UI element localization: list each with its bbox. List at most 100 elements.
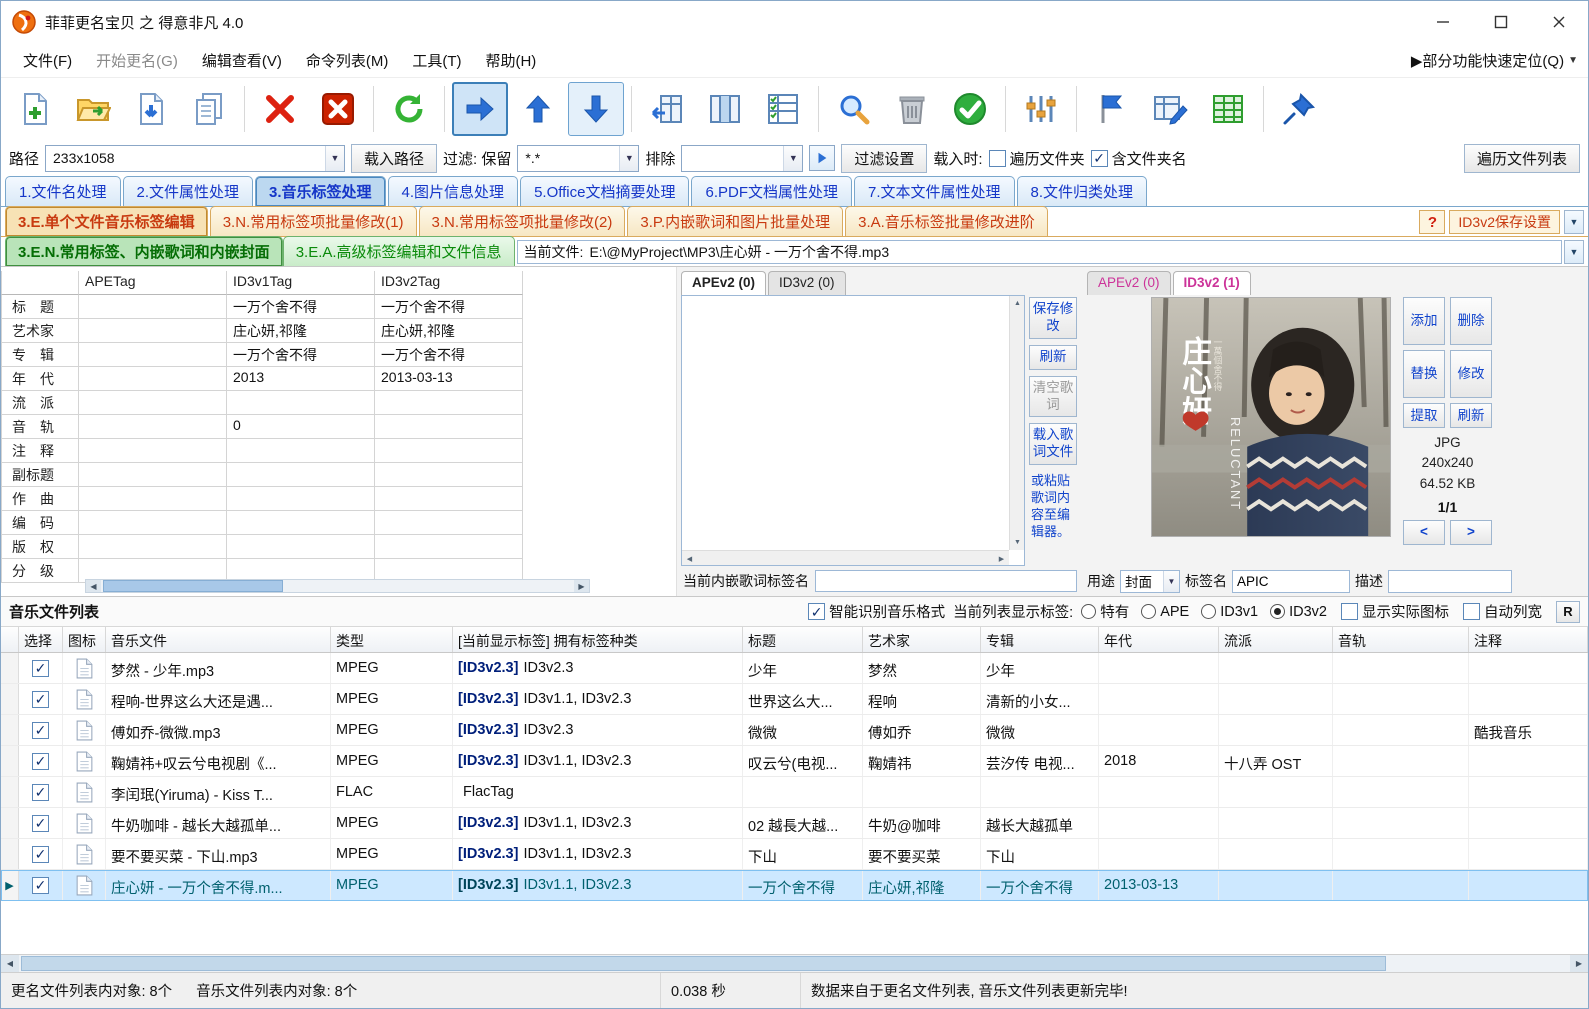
send-up-button[interactable] [510,82,566,136]
layout-columns-button[interactable] [697,82,753,136]
prev-cover-button[interactable]: < [1403,520,1445,545]
main-tab[interactable]: 2.文件属性处理 [123,176,254,206]
filter-combo[interactable]: *.*▼ [517,145,639,172]
table-row[interactable]: ▶ ✓ 牛奶咖啡 - 越长大越孤单... MPEG [ID3v2.3]ID3v1… [1,808,1588,839]
save-lyrics-button[interactable]: 保存修改 [1029,297,1077,339]
column-header[interactable]: 注释 [1469,627,1588,652]
tag-cell-id3v2[interactable] [375,391,523,415]
tab-overflow-button[interactable]: ▼ [1564,210,1584,234]
r-button[interactable]: R [1556,601,1580,623]
column-header[interactable]: 类型 [331,627,453,652]
tag-cell-id3v1[interactable] [227,511,375,535]
music-tab[interactable]: 3.N.常用标签项批量修改(2) [419,206,626,236]
row-checkbox[interactable]: ✓ [32,660,49,677]
apply-filter-button[interactable] [809,145,835,171]
cover-tab[interactable]: ID3v2 (1) [1173,271,1251,295]
tag-row[interactable]: 版 权 [1,535,676,559]
tag-row[interactable]: 注 释 [1,439,676,463]
menu-item[interactable]: 文件(F) [11,48,84,75]
modify-cover-button[interactable]: 修改 [1450,350,1492,398]
row-checkbox[interactable]: ✓ [32,877,49,894]
filter-settings-button[interactable]: 过滤设置 [841,144,927,173]
cover-tagname-input[interactable] [1232,570,1350,593]
row-checkbox[interactable]: ✓ [32,753,49,770]
column-header[interactable]: [当前显示标签] 拥有标签种类 [453,627,743,652]
tag-row[interactable]: 艺术家 庄心妍,祁隆 庄心妍,祁隆 [1,319,676,343]
music-tab[interactable]: 3.E.单个文件音乐标签编辑 [5,206,208,236]
open-folder-button[interactable] [65,82,121,136]
tag-cell-id3v1[interactable]: 0 [227,415,375,439]
tag-cell-id3v2[interactable] [375,487,523,511]
tag-cell-id3v1[interactable] [227,391,375,415]
id3v2-save-settings-button[interactable]: ID3v2保存设置 [1449,210,1560,234]
new-file-button[interactable] [7,82,63,136]
tag-cell-id3v1[interactable] [227,463,375,487]
lyrics-vscrollbar[interactable]: ▲▼ [1009,296,1024,550]
tag-cell-id3v2[interactable] [375,439,523,463]
tag-cell-id3v1[interactable]: 庄心妍,祁隆 [227,319,375,343]
extract-cover-button[interactable]: 提取 [1403,403,1445,428]
main-tab[interactable]: 8.文件归类处理 [1017,176,1148,206]
tag-row[interactable]: 专 辑 一万个舍不得 一万个舍不得 [1,343,676,367]
adjust-settings-button[interactable] [1013,82,1069,136]
scrollbar-thumb[interactable] [103,580,283,592]
usage-select[interactable]: 封面▼ [1120,570,1180,593]
list-option-checkbox[interactable]: 自动列宽 [1463,601,1542,622]
maximize-button[interactable] [1472,1,1530,43]
import-list-button[interactable] [123,82,179,136]
tag-cell-ape[interactable] [79,535,227,559]
flag-button[interactable] [1084,82,1140,136]
scroll-right-icon[interactable]: ▶ [574,580,589,592]
column-header[interactable]: 标题 [743,627,863,652]
tag-cell-id3v2[interactable]: 庄心妍,祁隆 [375,319,523,343]
send-right-button[interactable] [452,82,508,136]
delete-button[interactable] [252,82,308,136]
tag-cell-id3v1[interactable]: 一万个舍不得 [227,295,375,319]
tag-cell-ape[interactable] [79,439,227,463]
table-row[interactable]: ▶ ✓ 要不要买菜 - 下山.mp3 MPEG [ID3v2.3]ID3v1.1… [1,839,1588,870]
tag-cell-ape[interactable] [79,415,227,439]
tag-cell-id3v1[interactable]: 2013 [227,367,375,391]
tag-row[interactable]: 流 派 [1,391,676,415]
search-button[interactable] [826,82,882,136]
tag-cell-id3v2[interactable] [375,463,523,487]
tag-cell-id3v2[interactable] [375,415,523,439]
main-tab[interactable]: 6.PDF文档属性处理 [691,176,852,206]
scroll-right-icon[interactable]: ▶ [1570,955,1588,972]
tag-cell-ape[interactable] [79,511,227,535]
main-tab[interactable]: 3.音乐标签处理 [255,176,386,206]
row-checkbox[interactable]: ✓ [32,722,49,739]
remove-cover-button[interactable]: 删除 [1450,297,1492,345]
music-tab[interactable]: 3.N.常用标签项批量修改(1) [210,206,417,236]
display-tag-radio[interactable]: APE [1141,601,1189,622]
menu-item[interactable]: 开始更名(G) [84,48,190,75]
table-row[interactable]: ▶ ✓ 傅如乔-微微.mp3 MPEG [ID3v2.3]ID3v2.3 微微 … [1,715,1588,746]
menu-item[interactable]: 命令列表(M) [294,48,401,75]
lyrics-tagname-input[interactable] [815,570,1077,592]
row-checkbox[interactable]: ✓ [32,691,49,708]
refresh-button[interactable] [381,82,437,136]
replace-cover-button[interactable]: 替换 [1403,350,1445,398]
tag-cell-ape[interactable] [79,463,227,487]
column-header[interactable]: 年代 [1099,627,1219,652]
menu-item[interactable]: 工具(T) [400,48,473,75]
add-cover-button[interactable]: 添加 [1403,297,1445,345]
main-tab[interactable]: 5.Office文档摘要处理 [520,176,689,206]
tag-cell-ape[interactable] [79,367,227,391]
column-header[interactable]: APETag [79,271,227,295]
music-tab[interactable]: 3.P.内嵌歌词和图片批量处理 [627,206,843,236]
tag-cell-ape[interactable] [79,487,227,511]
main-tab[interactable]: 7.文本文件属性处理 [854,176,1015,206]
tag-table-hscrollbar[interactable]: ◀ ▶ [85,579,590,593]
display-tag-radio[interactable]: ID3v1 [1201,601,1258,622]
menu-item[interactable]: 编辑查看(V) [190,48,294,75]
menu-item[interactable]: 帮助(H) [473,48,548,75]
traverse-folder-checkbox[interactable]: 遍历文件夹 [989,148,1085,169]
column-header[interactable]: 音乐文件 [106,627,331,652]
subtab-overflow-button[interactable]: ▼ [1564,240,1584,264]
tag-cell-ape[interactable] [79,319,227,343]
sub-tab[interactable]: 3.E.N.常用标签、内嵌歌词和内嵌封面 [5,236,283,266]
sub-tab[interactable]: 3.E.A.高级标签编辑和文件信息 [283,236,515,266]
quick-locate-menu[interactable]: ▶部分功能快速定位(Q)▼ [1411,50,1578,71]
column-header[interactable]: ID3v1Tag [227,271,375,295]
